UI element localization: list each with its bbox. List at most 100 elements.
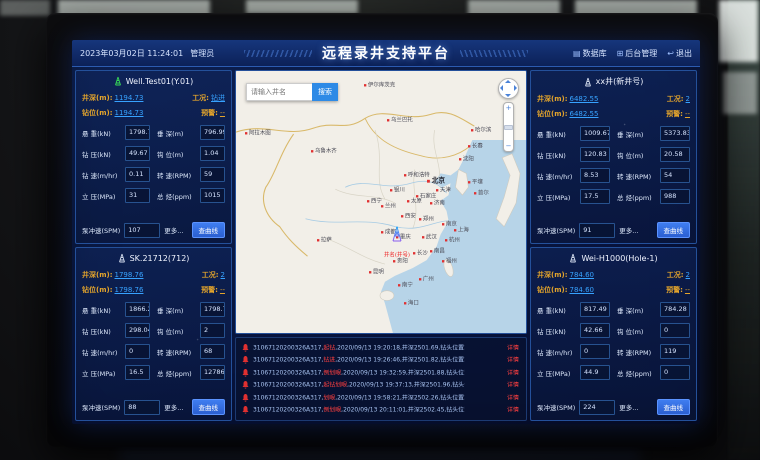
well-name: SK.21712(712) bbox=[130, 254, 190, 263]
city-label: 杭州 bbox=[445, 236, 460, 244]
logout-icon: ↩ bbox=[667, 49, 674, 58]
logout-button[interactable]: ↩ 退出 bbox=[667, 48, 692, 59]
more-link[interactable]: 更多... bbox=[164, 225, 183, 235]
param-label: 悬 重(kN) bbox=[537, 305, 577, 315]
view-curve-button[interactable]: 查曲线 bbox=[192, 399, 226, 415]
well-depth: 井深(m):1194.73 bbox=[82, 93, 143, 103]
param-cell: 钻 速(m/hr)0 bbox=[537, 344, 610, 359]
param-cell: 转 速(RPM)59 bbox=[157, 167, 225, 182]
log-detail-button[interactable]: 详情 bbox=[507, 394, 519, 403]
background-paper bbox=[719, 0, 758, 62]
well-panel: SK.21712(712) 井深(m):1798.76 工况:2 钻位(m):1… bbox=[75, 247, 232, 421]
city-label: 沈阳 bbox=[459, 155, 474, 163]
param-label: 总 烃(ppm) bbox=[617, 368, 657, 378]
param-value-box: 42.66 bbox=[580, 323, 610, 338]
map-zoom-control[interactable]: + − bbox=[503, 102, 514, 152]
log-row: 31067120200326A317,钻进,2020/09/13 19:26:4… bbox=[242, 355, 520, 366]
param-cell: 立 压(MPa)44.9 bbox=[537, 365, 610, 380]
well-marker[interactable] bbox=[390, 226, 403, 247]
param-value-box: 0 bbox=[125, 344, 150, 359]
view-curve-button[interactable]: 查曲线 bbox=[657, 399, 691, 415]
more-link[interactable]: 更多... bbox=[164, 402, 183, 412]
param-value-box: 0 bbox=[580, 344, 610, 359]
param-grid: 悬 重(kN)1009.67垂 深(m)5373.83钻 压(kN)120.83… bbox=[537, 126, 690, 204]
pump-rate-value: 91 bbox=[579, 223, 615, 238]
view-curve-button[interactable]: 查曲线 bbox=[192, 222, 226, 238]
pan-up-icon bbox=[505, 80, 511, 83]
param-label: 钩 位(m) bbox=[617, 150, 657, 160]
zoom-slider-handle[interactable] bbox=[504, 125, 513, 130]
param-label: 立 压(MPa) bbox=[82, 191, 122, 201]
param-cell: 悬 重(kN)1866.29 bbox=[82, 302, 150, 317]
city-label: 西宁 bbox=[367, 197, 382, 205]
more-link[interactable]: 更多... bbox=[619, 402, 638, 412]
well-panel-header: Well.Test01(Y.01) bbox=[82, 75, 225, 89]
dashboard-screen: 2023年03月02日 11:24:01 管理员 远程录井支持平台 ▤ 数据库 … bbox=[72, 40, 700, 424]
well-panel-header: SK.21712(712) bbox=[82, 252, 225, 266]
param-value-box: 298.04 bbox=[125, 323, 150, 338]
city-label: 长沙 bbox=[413, 249, 428, 257]
param-label: 总 烃(ppm) bbox=[157, 368, 197, 378]
param-value-box: 1009.67 bbox=[580, 126, 610, 141]
antenna-icon bbox=[569, 253, 577, 263]
alarm-status: 预警:-- bbox=[666, 109, 690, 119]
city-label: 北京 bbox=[427, 176, 445, 186]
param-value-box: 8.53 bbox=[580, 168, 610, 183]
database-button[interactable]: ▤ 数据库 bbox=[573, 48, 607, 59]
log-detail-button[interactable]: 详情 bbox=[507, 406, 519, 415]
view-curve-button[interactable]: 查曲线 bbox=[657, 222, 691, 238]
param-cell: 钻 压(kN)49.67 bbox=[82, 146, 150, 161]
working-condition: 工况:2 bbox=[667, 270, 690, 280]
param-label: 钻 压(kN) bbox=[537, 150, 577, 160]
param-label: 悬 重(kN) bbox=[82, 128, 122, 138]
param-label: 立 压(MPa) bbox=[537, 368, 577, 378]
zoom-out-icon[interactable]: − bbox=[506, 142, 512, 150]
bit-position: 钻位(m):784.60 bbox=[537, 285, 594, 295]
param-value-box: 16.5 bbox=[125, 365, 150, 380]
log-row: 31067120200326A317,起钻,2020/09/13 19:20:1… bbox=[242, 342, 520, 353]
city-label: 广州 bbox=[419, 275, 434, 283]
param-cell: 垂 深(m)1798.76 bbox=[157, 302, 225, 317]
log-detail-button[interactable]: 详情 bbox=[507, 343, 519, 352]
param-label: 钻 速(m/hr) bbox=[537, 171, 577, 181]
admin-button[interactable]: ⊞ 后台管理 bbox=[617, 48, 658, 59]
param-label: 总 烃(ppm) bbox=[157, 191, 197, 201]
param-cell: 立 压(MPa)31 bbox=[82, 188, 150, 203]
city-label: 海口 bbox=[404, 299, 419, 307]
search-input[interactable] bbox=[246, 83, 312, 101]
log-row: 31067120200326A317,倒划眼,2020/09/13 19:32:… bbox=[242, 367, 520, 378]
background-paper bbox=[723, 72, 757, 114]
logout-button-label: 退出 bbox=[676, 48, 692, 59]
param-value-box: 59 bbox=[200, 167, 225, 182]
param-value-box: 796.99 bbox=[200, 125, 225, 140]
well-name: Well.Test01(Y.01) bbox=[126, 77, 194, 86]
param-cell: 垂 深(m)784.28 bbox=[617, 302, 690, 317]
param-label: 钻 速(m/hr) bbox=[82, 170, 122, 180]
city-label: 阿拉木图 bbox=[245, 129, 271, 137]
param-cell: 转 速(RPM)68 bbox=[157, 344, 225, 359]
param-cell: 垂 深(m)796.99 bbox=[157, 125, 225, 140]
city-label: 伊尔库茨克 bbox=[364, 81, 395, 89]
log-detail-button[interactable]: 详情 bbox=[507, 356, 519, 365]
alarm-status: 预警:-- bbox=[201, 285, 225, 295]
log-detail-button[interactable]: 详情 bbox=[507, 381, 519, 390]
log-detail-button[interactable]: 详情 bbox=[507, 368, 519, 377]
bit-position: 钻位(m):6482.55 bbox=[537, 109, 598, 119]
param-label: 转 速(RPM) bbox=[617, 347, 657, 357]
param-value-box: 44.9 bbox=[580, 365, 610, 380]
param-value-box: 31 bbox=[125, 188, 150, 203]
map-pan-control[interactable] bbox=[498, 78, 519, 99]
more-link[interactable]: 更多... bbox=[619, 225, 638, 235]
search-button[interactable]: 搜索 bbox=[312, 83, 338, 101]
alarm-bell-icon bbox=[242, 369, 249, 377]
china-map[interactable]: 搜索 + − 阿拉木图伊尔库茨克乌兰巴托哈尔滨长春沈阳呼和浩特北京天津石家庄太原… bbox=[235, 70, 527, 334]
database-icon: ▤ bbox=[573, 49, 581, 58]
param-cell: 悬 重(kN)1798.73 bbox=[82, 125, 150, 140]
zoom-in-icon[interactable]: + bbox=[506, 104, 512, 112]
log-row: 31067120200326A317,划眼,2020/09/13 19:58:2… bbox=[242, 392, 520, 403]
well-panel-header: Wei-H1000(Hole-1) bbox=[537, 252, 690, 266]
param-cell: 转 速(RPM)54 bbox=[617, 168, 690, 183]
pump-rate-value: 107 bbox=[124, 223, 160, 238]
param-value-box: 127865 bbox=[200, 365, 225, 380]
param-value-box: 1798.73 bbox=[125, 125, 150, 140]
